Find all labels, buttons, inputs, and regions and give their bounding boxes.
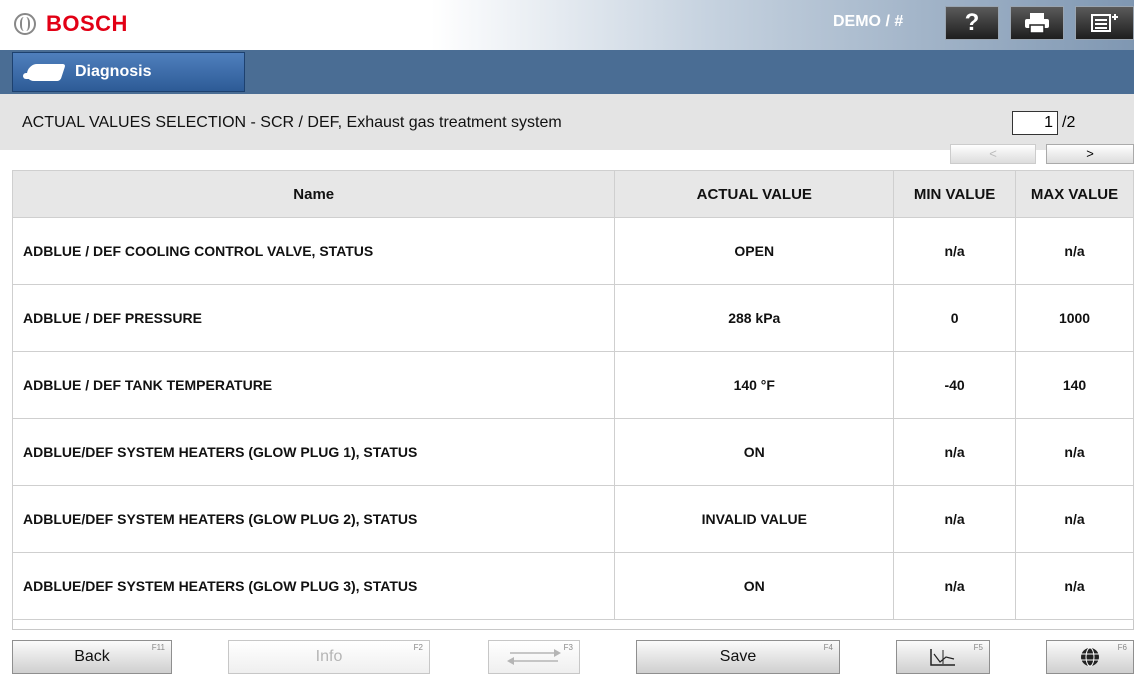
cell-name: ADBLUE / DEF COOLING CONTROL VALVE, STAT… xyxy=(11,217,616,285)
back-button[interactable]: Back F11 xyxy=(12,640,172,674)
actual-values-table: Name ACTUAL VALUE MIN VALUE MAX VALUE AD… xyxy=(11,170,1134,620)
f5-key-hint: F5 xyxy=(973,643,983,652)
brand: BOSCH xyxy=(14,11,128,37)
table-row[interactable]: ADBLUE / DEF PRESSURE 288 kPa 0 1000 xyxy=(11,284,1134,352)
bosch-logo-icon xyxy=(14,13,36,35)
page-number-input[interactable]: 1 xyxy=(1012,111,1058,135)
tab-diagnosis-label: Diagnosis xyxy=(75,63,152,80)
globe-button[interactable]: F6 xyxy=(1046,640,1134,674)
print-button[interactable] xyxy=(1010,6,1064,40)
f4-key-hint: F4 xyxy=(823,643,833,652)
cell-max: n/a xyxy=(1015,552,1134,620)
demo-label: DEMO / # xyxy=(833,13,904,30)
cell-actual: 288 kPa xyxy=(614,284,895,352)
cell-actual: INVALID VALUE xyxy=(614,485,895,553)
globe-icon xyxy=(1081,647,1099,667)
cell-name: ADBLUE / DEF PRESSURE xyxy=(11,284,616,352)
cell-max: 140 xyxy=(1015,351,1134,419)
cell-name: ADBLUE/DEF SYSTEM HEATERS (GLOW PLUG 3),… xyxy=(11,552,616,620)
f11-key-hint: F11 xyxy=(151,643,165,652)
cell-actual: OPEN xyxy=(614,217,895,285)
prev-page-button[interactable]: < xyxy=(950,144,1036,164)
f6-key-hint: F6 xyxy=(1117,643,1127,652)
cell-min: -40 xyxy=(893,351,1017,419)
menu-icon xyxy=(1090,14,1118,32)
cell-min: 0 xyxy=(893,284,1017,352)
next-page-button[interactable]: > xyxy=(1046,144,1134,164)
cell-name: ADBLUE / DEF TANK TEMPERATURE xyxy=(11,351,616,419)
cell-actual: 140 °F xyxy=(614,351,895,419)
cell-max: 1000 xyxy=(1015,284,1134,352)
info-button-label: Info xyxy=(315,648,343,665)
help-button[interactable]: ? xyxy=(945,6,999,40)
col-header-actual[interactable]: ACTUAL VALUE xyxy=(614,170,895,218)
cell-name: ADBLUE/DEF SYSTEM HEATERS (GLOW PLUG 1),… xyxy=(11,418,616,486)
save-button-label: Save xyxy=(719,648,757,665)
f3-key-hint: F3 xyxy=(563,643,573,652)
f2-key-hint: F2 xyxy=(413,643,423,652)
graph-button[interactable]: F5 xyxy=(896,640,990,674)
tab-diagnosis[interactable]: Diagnosis xyxy=(12,52,245,92)
cell-min: n/a xyxy=(893,552,1017,620)
printer-icon xyxy=(1025,13,1049,34)
back-button-label: Back xyxy=(74,648,110,665)
table-row[interactable]: ADBLUE / DEF COOLING CONTROL VALVE, STAT… xyxy=(11,217,1134,285)
arrows-exchange-icon xyxy=(507,649,561,665)
col-header-min[interactable]: MIN VALUE xyxy=(893,170,1017,218)
cell-min: n/a xyxy=(893,217,1017,285)
cell-max: n/a xyxy=(1015,217,1134,285)
table-row[interactable]: ADBLUE / DEF TANK TEMPERATURE 140 °F -40… xyxy=(11,351,1134,419)
cell-min: n/a xyxy=(893,418,1017,486)
page-total: /2 xyxy=(1062,114,1076,131)
table-row[interactable]: ADBLUE/DEF SYSTEM HEATERS (GLOW PLUG 2),… xyxy=(11,485,1134,553)
table-row[interactable]: ADBLUE/DEF SYSTEM HEATERS (GLOW PLUG 1),… xyxy=(11,418,1134,486)
save-button[interactable]: Save F4 xyxy=(636,640,840,674)
cell-max: n/a xyxy=(1015,418,1134,486)
cell-min: n/a xyxy=(893,485,1017,553)
menu-button[interactable] xyxy=(1075,6,1134,40)
table-header-row: Name ACTUAL VALUE MIN VALUE MAX VALUE xyxy=(11,170,1134,218)
cell-max: n/a xyxy=(1015,485,1134,553)
graph-icon xyxy=(930,649,955,666)
transfer-button[interactable]: F3 xyxy=(488,640,580,674)
page-title: ACTUAL VALUES SELECTION - SCR / DEF, Exh… xyxy=(22,114,562,131)
question-icon: ? xyxy=(964,9,980,36)
table-row[interactable]: ADBLUE/DEF SYSTEM HEATERS (GLOW PLUG 3),… xyxy=(11,552,1134,620)
cell-actual: ON xyxy=(614,552,895,620)
col-header-max[interactable]: MAX VALUE xyxy=(1015,170,1134,218)
cell-name: ADBLUE/DEF SYSTEM HEATERS (GLOW PLUG 2),… xyxy=(11,485,616,553)
info-button[interactable]: Info F2 xyxy=(228,640,430,674)
brand-name: BOSCH xyxy=(46,11,128,36)
col-header-name[interactable]: Name xyxy=(11,170,616,218)
car-icon xyxy=(23,61,67,83)
cell-actual: ON xyxy=(614,418,895,486)
